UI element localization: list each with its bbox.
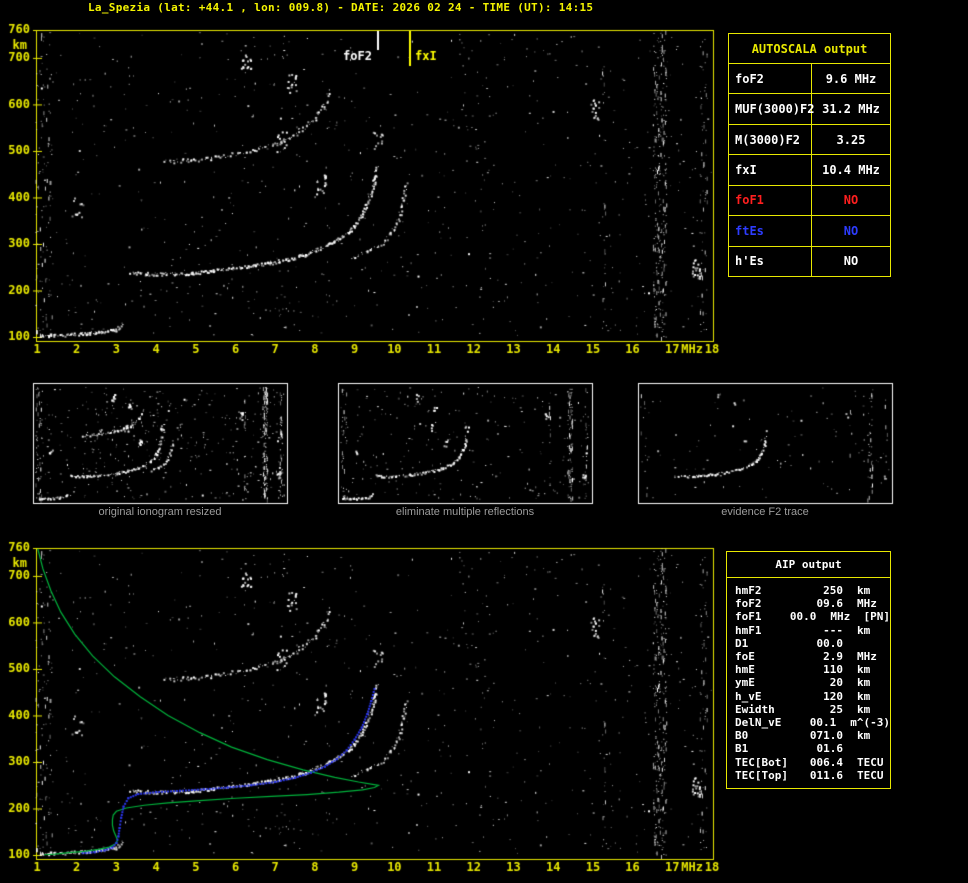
aip-row-hme: hmE 110 km: [727, 663, 890, 676]
param-label: foF1: [729, 185, 812, 216]
param-value: 071.0: [809, 729, 843, 743]
aip-row-foe: foE 2.9 MHz: [727, 650, 890, 663]
aip-row-ewidth: Ewidth 25 km: [727, 703, 890, 716]
param-value: NO: [843, 254, 859, 269]
param-value: 25: [829, 702, 843, 716]
param-unit: km: [857, 623, 871, 637]
aip-row-b1: B1 01.6: [727, 742, 890, 755]
param-value: 01.6: [816, 742, 844, 756]
param-value: NO: [843, 223, 859, 238]
param-label: h'Es: [729, 246, 812, 276]
param-unit: m^(-3): [850, 715, 890, 729]
autoscala-row-muf3000f2: MUF(3000)F2 31.2 MHz: [729, 93, 890, 124]
thumbnail-caption-evidence-f2: evidence F2 trace: [721, 506, 809, 518]
aip-row-delnve: DelN_vE 00.1 m^(-3): [727, 716, 890, 729]
aip-row-hve: h_vE 120 km: [727, 690, 890, 703]
autoscala-row-ftes: ftEs NO: [729, 215, 890, 246]
param-unit: km: [857, 584, 871, 598]
aip-output-table: AIP output hmF2 250 km foF2 09.6 MHz foF1 00.0 M…: [726, 551, 891, 789]
aip-row-tectop: TEC[Top] 011.6 TECU: [727, 769, 890, 782]
param-unit: TECU: [857, 768, 884, 782]
param-label: foF1: [735, 610, 762, 624]
param-label: fxI: [729, 155, 812, 185]
param-value: 20: [829, 676, 843, 690]
autoscala-output-table: AUTOSCALA output foF2 9.6 MHz MUF(3000)F2 3…: [728, 33, 891, 277]
param-unit: km: [857, 663, 871, 677]
aip-row-fof1: foF1 00.0 MHz [PN]: [727, 610, 890, 623]
aip-row-b0: B0 071.0 km: [727, 729, 890, 742]
aip-row-hmf2: hmF2 250 km: [727, 584, 890, 597]
param-unit: km: [857, 689, 871, 703]
param-value: 2.9: [823, 650, 843, 664]
aip-row-tecbot: TEC[Bot] 006.4 TECU: [727, 755, 890, 769]
param-value: 10.4 MHz: [822, 162, 880, 177]
param-label: TEC[Bot]: [735, 755, 788, 769]
thumbnail-caption-original: original ionogram resized: [98, 506, 222, 518]
autoscala-row-fxi: fxI 10.4 MHz: [729, 154, 890, 185]
param-value: 006.4: [809, 755, 843, 769]
thumbnail-caption-eliminate-multiples: eliminate multiple reflections: [395, 506, 535, 518]
param-value: ---: [823, 623, 843, 637]
param-value: 00.0: [789, 610, 817, 624]
param-label: TEC[Top]: [735, 768, 788, 782]
param-unit: km: [857, 729, 871, 743]
autoscala-row-fof2: foF2 9.6 MHz: [729, 63, 890, 94]
param-label: B1: [735, 742, 749, 756]
aip-row-d1: D1 00.0: [727, 637, 890, 650]
param-value: 00.1: [809, 715, 837, 729]
param-label: hmF1: [735, 623, 762, 637]
param-label: D1: [735, 636, 749, 650]
autoscala-table-header: AUTOSCALA output: [751, 41, 868, 56]
param-value: 3.25: [836, 132, 866, 147]
param-unit: km: [857, 702, 871, 716]
autoscala-table-rows: foF2 9.6 MHz MUF(3000)F2 31.2 MHz M(3000)F2 3…: [729, 63, 890, 276]
param-label: B0: [735, 729, 749, 743]
aip-row-yme: ymE 20 km: [727, 676, 890, 689]
param-value: 31.2 MHz: [822, 102, 880, 117]
param-label: ftEs: [729, 216, 812, 246]
param-label: hmF2: [735, 584, 762, 598]
param-value: 00.0: [816, 636, 844, 650]
aip-table-header: AIP output: [727, 552, 890, 578]
param-value: 250: [823, 584, 843, 598]
aip-table-rows: hmF2 250 km foF2 09.6 MHz foF1 00.0 MHz [PN] hmF1…: [727, 578, 890, 782]
autoscala-row-fof1: foF1 NO: [729, 184, 890, 216]
param-unit: MHz [PN]: [830, 610, 890, 624]
param-unit: MHz: [857, 597, 877, 611]
param-label: MUF(3000)F2: [729, 94, 814, 124]
param-label: M(3000)F2: [729, 124, 812, 155]
param-label: foF2: [729, 64, 812, 94]
param-label: hmE: [735, 663, 755, 677]
aip-row-hmf1: hmF1 --- km: [727, 624, 890, 637]
param-unit: TECU: [857, 755, 884, 769]
autoscala-row-hes: h'Es NO: [729, 245, 890, 276]
param-value: NO: [843, 193, 859, 208]
param-label: DelN_vE: [735, 715, 782, 729]
param-value: 011.6: [809, 768, 843, 782]
param-unit: MHz: [857, 650, 877, 664]
param-label: foF2: [735, 597, 762, 611]
param-unit: km: [857, 676, 871, 690]
param-value: 110: [823, 663, 843, 677]
autoscala-row-m3000f2: M(3000)F2 3.25: [729, 123, 890, 155]
param-label: foE: [735, 650, 755, 664]
param-label: h_vE: [735, 689, 762, 703]
param-label: Ewidth: [735, 702, 775, 716]
page-title: La_Spezia (lat: +44.1 , lon: 009.8) - DA…: [88, 1, 594, 14]
aip-row-fof2: foF2 09.6 MHz: [727, 597, 890, 610]
param-label: ymE: [735, 676, 755, 690]
param-value: 9.6 MHz: [825, 71, 877, 86]
param-value: 120: [823, 689, 843, 703]
param-value: 09.6: [816, 597, 844, 611]
